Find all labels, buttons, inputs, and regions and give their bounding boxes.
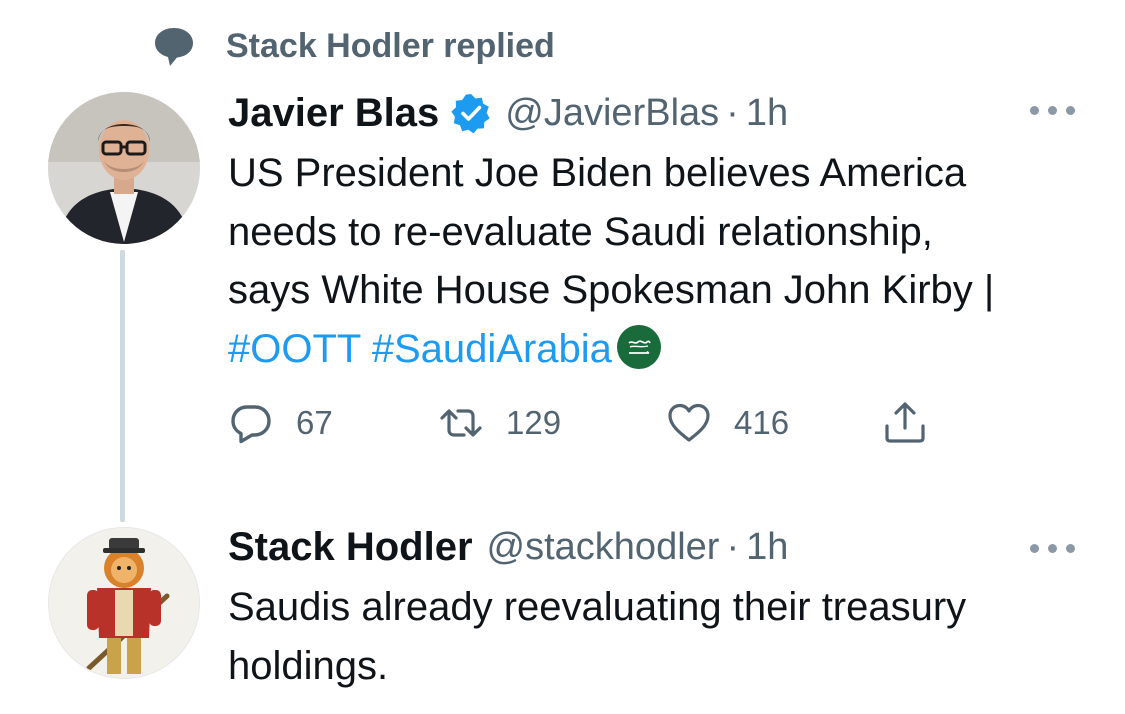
social-context[interactable]: Stack Hodler replied xyxy=(152,24,555,68)
like-button[interactable]: 416 xyxy=(666,398,789,448)
share-button[interactable] xyxy=(882,398,928,448)
avatar-stack-hodler[interactable] xyxy=(48,527,200,679)
more-options-icon[interactable] xyxy=(1030,100,1076,120)
share-icon xyxy=(885,402,925,443)
tweet-timestamp[interactable]: 1h xyxy=(746,92,788,135)
avatar-javier-blas[interactable] xyxy=(48,92,200,244)
separator-dot: · xyxy=(726,91,739,134)
tweet-header: Stack Hodler @stackhodler · 1h xyxy=(228,522,788,572)
author-display-name[interactable]: Javier Blas xyxy=(228,91,439,136)
tweet-text: US President Joe Biden believes America … xyxy=(228,144,1108,378)
more-options-icon[interactable] xyxy=(1030,538,1076,558)
retweet-icon xyxy=(440,409,482,437)
tweet-text-line: says White House Spokesman John Kirby | xyxy=(228,268,995,312)
character-illustration xyxy=(49,528,199,678)
heart-icon xyxy=(668,403,710,442)
like-count: 416 xyxy=(734,404,790,441)
replied-context-text: Stack Hodler replied xyxy=(226,26,555,65)
author-handle[interactable]: @stackhodler xyxy=(487,526,720,569)
hashtag-line: #OOTT #SaudiArabia xyxy=(228,320,1108,379)
hashtag-link[interactable]: #OOTT xyxy=(228,327,361,371)
tweet-text-line: needs to re-evaluate Saudi relationship, xyxy=(228,209,933,254)
retweet-button[interactable]: 129 xyxy=(438,398,561,448)
reply-count: 67 xyxy=(296,404,333,441)
tweet-header: Javier Blas @JavierBlas · 1h xyxy=(228,88,788,138)
speech-bubble-icon xyxy=(155,28,193,66)
portrait-illustration xyxy=(48,92,200,244)
saudi-arabia-flag-emoji xyxy=(616,324,661,369)
retweet-count: 129 xyxy=(506,404,562,441)
verified-badge-icon xyxy=(451,94,490,133)
reply-button[interactable]: 67 xyxy=(228,398,333,448)
author-display-name[interactable]: Stack Hodler xyxy=(228,525,473,570)
tweet-timestamp[interactable]: 1h xyxy=(746,526,788,569)
tweet-text-line: Saudis already reevaluating their treasu… xyxy=(228,585,967,629)
thread-connector-line xyxy=(120,250,125,522)
author-handle[interactable]: @JavierBlas xyxy=(505,92,719,135)
separator-dot: · xyxy=(726,525,740,568)
hashtag-link[interactable]: #SaudiArabia xyxy=(372,327,612,371)
tweet-text-line: holdings. xyxy=(228,643,389,688)
tweet-text-line: US President Joe Biden believes America xyxy=(228,151,967,195)
reply-icon xyxy=(231,405,271,444)
tweet-text: Saudis already reevaluating their treasu… xyxy=(228,578,1108,695)
